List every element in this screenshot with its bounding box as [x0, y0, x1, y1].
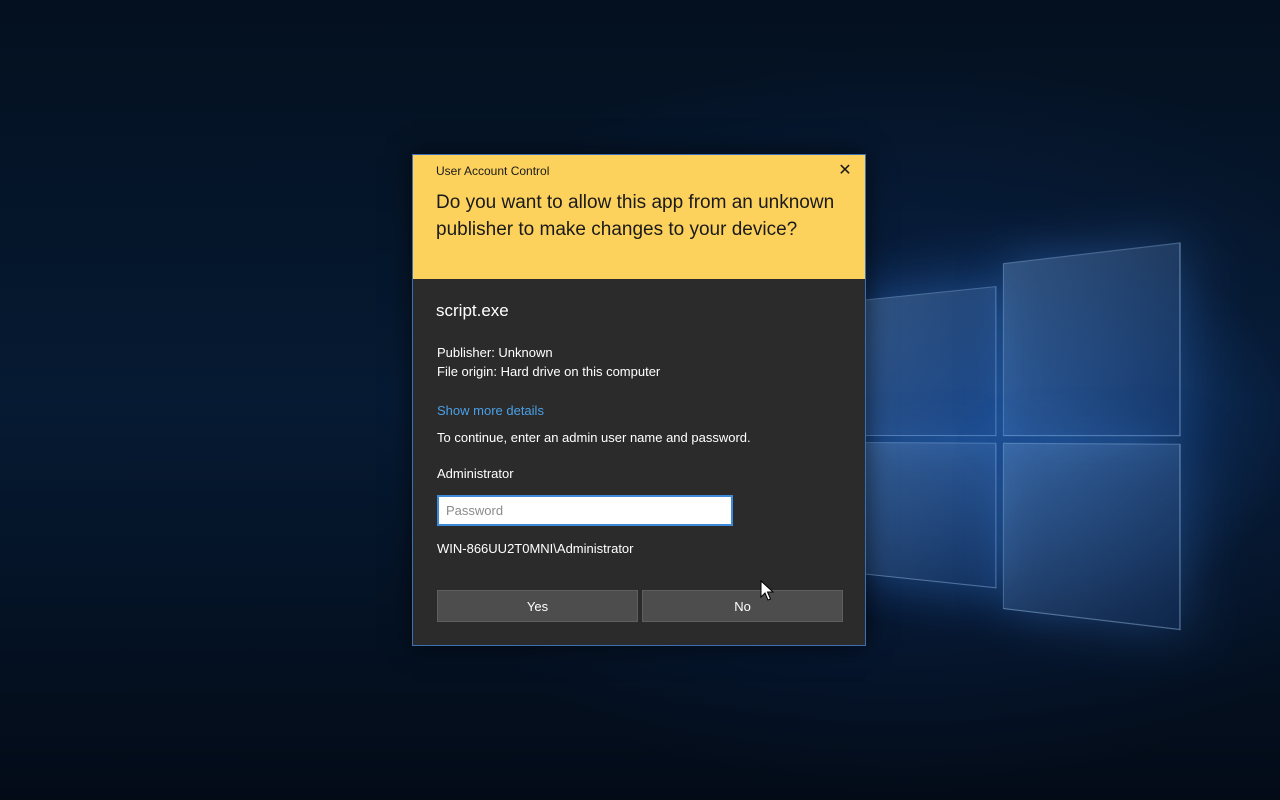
admin-user-label: Administrator — [437, 466, 514, 481]
instruction-text: To continue, enter an admin user name an… — [437, 430, 751, 445]
file-origin-text: File origin: Hard drive on this computer — [437, 364, 661, 379]
logo-pane — [860, 286, 997, 437]
show-more-details-link[interactable]: Show more details — [437, 403, 544, 418]
logo-pane — [1002, 242, 1181, 437]
window-title: User Account Control — [436, 164, 550, 178]
mouse-pointer-icon — [760, 580, 774, 601]
publisher-text: Publisher: Unknown — [437, 345, 553, 360]
password-input[interactable] — [437, 495, 733, 526]
no-button[interactable]: No — [642, 590, 843, 622]
logo-pane — [1002, 442, 1181, 631]
uac-dialog: User Account Control ✕ Do you want to al… — [412, 154, 866, 646]
domain-user-text: WIN-866UU2T0MNI\Administrator — [437, 541, 634, 556]
logo-pane — [860, 442, 997, 589]
dialog-question: Do you want to allow this app from an un… — [436, 192, 835, 240]
close-icon[interactable]: ✕ — [835, 161, 855, 181]
app-name: script.exe — [436, 301, 509, 320]
desktop: User Account Control ✕ Do you want to al… — [0, 0, 1280, 800]
yes-button[interactable]: Yes — [437, 590, 638, 622]
windows-logo-background — [860, 242, 1181, 631]
dialog-header: User Account Control ✕ Do you want to al… — [413, 155, 865, 279]
